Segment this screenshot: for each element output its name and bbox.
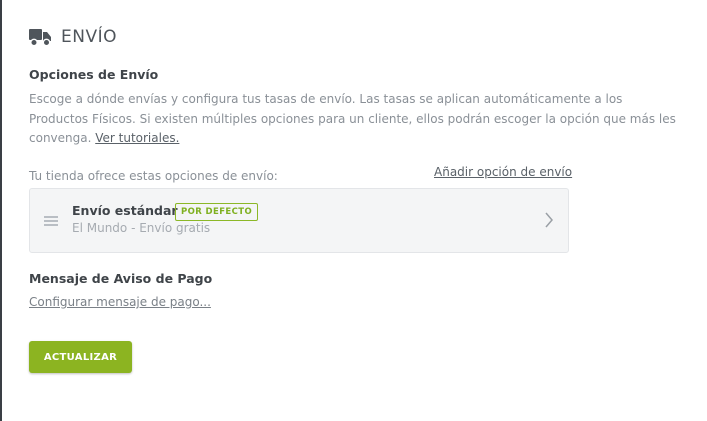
configure-payment-message-link[interactable]: Configurar mensaje de pago... [29, 295, 211, 309]
shipping-method-row[interactable]: Envío estándar POR DEFECTO El Mundo - En… [29, 188, 569, 253]
add-shipping-option-link[interactable]: Añadir opción de envío [434, 165, 572, 179]
tutorials-link[interactable]: Ver tutoriales. [95, 131, 179, 145]
left-edge-divider [0, 0, 2, 421]
shipping-options-title: Opciones de Envío [29, 67, 159, 82]
section-header: ENVÍO [29, 26, 117, 48]
shipping-method-detail: El Mundo - Envío gratis [72, 221, 211, 235]
drag-handle-icon[interactable] [44, 216, 58, 226]
shipping-method-name: Envío estándar [72, 203, 178, 218]
chevron-right-icon[interactable] [544, 211, 554, 229]
update-button[interactable]: ACTUALIZAR [29, 341, 132, 373]
section-title: ENVÍO [61, 27, 117, 47]
shipping-options-description: Escoge a dónde envías y configura tus ta… [29, 90, 679, 149]
payment-message-title: Mensaje de Aviso de Pago [29, 271, 213, 286]
default-badge: POR DEFECTO [175, 203, 259, 221]
offer-label: Tu tienda ofrece estas opciones de envío… [29, 169, 278, 183]
truck-icon [29, 27, 52, 47]
